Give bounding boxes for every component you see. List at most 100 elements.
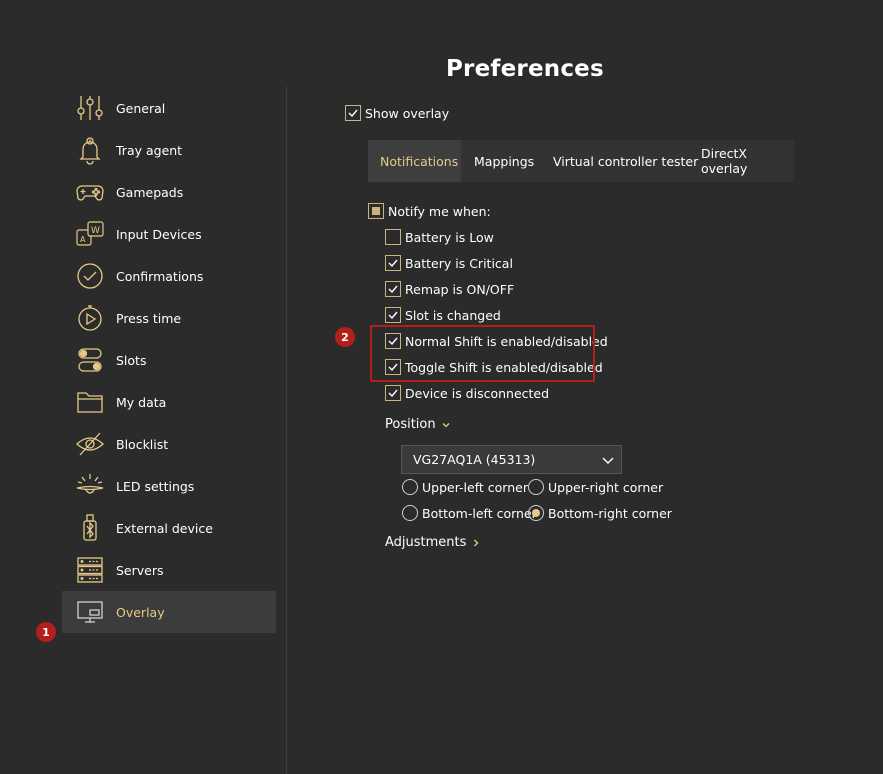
sidebar-item-confirmations[interactable]: Confirmations bbox=[62, 255, 276, 297]
check-icon bbox=[348, 109, 358, 118]
checkbox-box bbox=[345, 105, 361, 121]
radio-circle bbox=[402, 505, 418, 521]
checkbox-box bbox=[385, 255, 401, 271]
option-label: Slot is changed bbox=[405, 307, 501, 323]
checkbox-box bbox=[385, 281, 401, 297]
sidebar-item-my-data[interactable]: My data bbox=[62, 381, 276, 423]
sidebar-item-general[interactable]: General bbox=[62, 87, 276, 129]
check-icon bbox=[388, 389, 398, 398]
sidebar-item-label: Blocklist bbox=[116, 436, 169, 452]
sidebar-item-label: Tray agent bbox=[116, 142, 183, 158]
sidebar-item-label: Gamepads bbox=[116, 184, 184, 200]
notify-battery-critical-checkbox[interactable]: Battery is Critical bbox=[385, 255, 513, 271]
sidebar-item-label: Overlay bbox=[116, 604, 165, 620]
chevron-down-icon bbox=[602, 457, 614, 464]
svg-text:A: A bbox=[80, 235, 86, 244]
chevron-down-icon bbox=[442, 422, 450, 427]
option-label: Remap is ON/OFF bbox=[405, 281, 515, 297]
option-label: Device is disconnected bbox=[405, 385, 550, 401]
indeterminate-mark bbox=[372, 207, 380, 215]
chevron-right-icon bbox=[474, 539, 479, 546]
sidebar-item-label: Press time bbox=[116, 310, 182, 326]
sidebar-item-label: LED settings bbox=[116, 478, 195, 494]
notify-device-disconnected-checkbox[interactable]: Device is disconnected bbox=[385, 385, 549, 401]
folder-icon bbox=[74, 386, 106, 418]
checkbox-box bbox=[385, 385, 401, 401]
annotation-badge-2: 2 bbox=[335, 327, 355, 347]
sidebar-item-external-device[interactable]: External device bbox=[62, 507, 276, 549]
position-expander[interactable]: Position bbox=[385, 417, 451, 432]
bluetooth-usb-icon bbox=[74, 512, 106, 544]
annotation-badge-1: 1 bbox=[36, 622, 56, 642]
checkbox-box bbox=[385, 229, 401, 245]
sidebar-item-label: Input Devices bbox=[116, 226, 202, 242]
radio-label: Bottom-right corner bbox=[548, 505, 672, 521]
sidebar-item-servers[interactable]: Servers bbox=[62, 549, 276, 591]
sidebar-item-label: Servers bbox=[116, 562, 164, 578]
show-overlay-checkbox[interactable]: Show overlay bbox=[345, 105, 449, 121]
option-label: Battery is Critical bbox=[405, 255, 513, 271]
radio-label: Bottom-left corner bbox=[422, 505, 537, 521]
lamp-icon bbox=[74, 470, 106, 502]
monitor-select[interactable]: VG27AQ1A (45313) bbox=[401, 445, 622, 474]
server-icon bbox=[74, 554, 106, 586]
bell-icon bbox=[74, 134, 106, 166]
monitor-icon bbox=[74, 596, 106, 628]
sidebar-item-overlay[interactable]: Overlay bbox=[62, 591, 276, 633]
adjustments-expander[interactable]: Adjustments bbox=[385, 535, 481, 550]
radio-circle bbox=[528, 505, 544, 521]
sidebar-item-label: External device bbox=[116, 520, 213, 536]
radio-circle bbox=[402, 479, 418, 495]
radio-bottom-right[interactable]: Bottom-right corner bbox=[528, 505, 672, 521]
check-circle-icon bbox=[74, 260, 106, 292]
checkbox-box bbox=[368, 203, 384, 219]
toggles-icon bbox=[74, 344, 106, 376]
sidebar-item-label: My data bbox=[116, 394, 167, 410]
tab-mappings[interactable]: Mappings bbox=[462, 140, 546, 182]
checkbox-box bbox=[385, 307, 401, 323]
check-icon bbox=[388, 285, 398, 294]
svg-text:W: W bbox=[91, 226, 100, 236]
sidebar-item-led-settings[interactable]: LED settings bbox=[62, 465, 276, 507]
show-overlay-label: Show overlay bbox=[365, 105, 450, 121]
notify-battery-low-checkbox[interactable]: Battery is Low bbox=[385, 229, 494, 245]
position-label: Position bbox=[385, 417, 436, 432]
annotation-highlight-box bbox=[370, 325, 595, 382]
keys-icon: AW bbox=[74, 218, 106, 250]
radio-label: Upper-left corner bbox=[422, 479, 528, 495]
timer-icon bbox=[74, 302, 106, 334]
check-icon bbox=[388, 311, 398, 320]
radio-label: Upper-right corner bbox=[548, 479, 664, 495]
notify-remap-checkbox[interactable]: Remap is ON/OFF bbox=[385, 281, 514, 297]
sidebar-item-slots[interactable]: Slots bbox=[62, 339, 276, 381]
notify-slot-changed-checkbox[interactable]: Slot is changed bbox=[385, 307, 501, 323]
radio-upper-right[interactable]: Upper-right corner bbox=[528, 479, 663, 495]
gamepad-icon bbox=[74, 176, 106, 208]
tab-notifications[interactable]: Notifications bbox=[368, 140, 461, 182]
sidebar-item-blocklist[interactable]: Blocklist bbox=[62, 423, 276, 465]
sidebar-divider bbox=[286, 86, 287, 774]
sliders-icon bbox=[74, 92, 106, 124]
sidebar-item-input-devices[interactable]: AW Input Devices bbox=[62, 213, 276, 255]
tab-virtual-controller-tester[interactable]: Virtual controller tester bbox=[541, 140, 710, 182]
overlay-tabs: Notifications Mappings Virtual controlle… bbox=[368, 140, 794, 182]
sidebar-item-gamepads[interactable]: Gamepads bbox=[62, 171, 276, 213]
notify-me-label: Notify me when: bbox=[388, 203, 491, 219]
radio-dot bbox=[532, 509, 540, 517]
radio-upper-left[interactable]: Upper-left corner bbox=[402, 479, 528, 495]
sidebar-item-tray-agent[interactable]: Tray agent bbox=[62, 129, 276, 171]
page-title: Preferences bbox=[446, 56, 604, 82]
sidebar-item-label: Slots bbox=[116, 352, 147, 368]
radio-bottom-left[interactable]: Bottom-left corner bbox=[402, 505, 537, 521]
radio-circle bbox=[528, 479, 544, 495]
notify-me-checkbox[interactable]: Notify me when: bbox=[368, 203, 491, 219]
tab-directx-overlay[interactable]: DirectX overlay bbox=[689, 140, 794, 182]
check-icon bbox=[388, 259, 398, 268]
adjustments-label: Adjustments bbox=[385, 535, 467, 550]
sidebar-item-label: General bbox=[116, 100, 166, 116]
option-label: Battery is Low bbox=[405, 229, 494, 245]
sidebar-item-press-time[interactable]: Press time bbox=[62, 297, 276, 339]
monitor-select-value: VG27AQ1A (45313) bbox=[413, 452, 536, 467]
eye-off-icon bbox=[74, 428, 106, 460]
sidebar-item-label: Confirmations bbox=[116, 268, 204, 284]
